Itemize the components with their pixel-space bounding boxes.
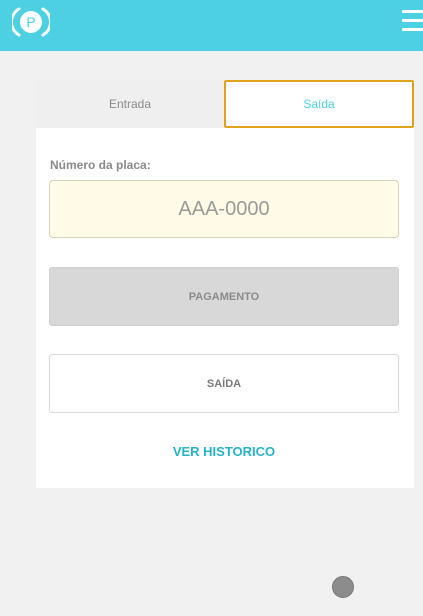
floating-dot[interactable] bbox=[332, 576, 354, 598]
tab-entrada[interactable]: Entrada bbox=[36, 80, 224, 128]
form-card: Entrada Saída Número da placa: PAGAMENTO… bbox=[36, 80, 414, 488]
plate-number-label: Número da placa: bbox=[50, 158, 151, 172]
parking-logo-icon[interactable]: P bbox=[12, 6, 50, 38]
tab-saida[interactable]: Saída bbox=[224, 80, 414, 128]
exit-button-label: SAÍDA bbox=[206, 377, 242, 390]
hamburger-menu-icon[interactable] bbox=[402, 8, 423, 34]
exit-button[interactable]: SAÍDA bbox=[49, 354, 399, 413]
tab-saida-label: Saída bbox=[303, 97, 335, 111]
payment-button[interactable]: PAGAMENTO bbox=[49, 267, 399, 326]
tab-entrada-label: Entrada bbox=[108, 97, 152, 111]
app-header: P bbox=[0, 0, 423, 51]
plate-number-input[interactable] bbox=[49, 180, 399, 238]
logo-letter: P bbox=[26, 14, 35, 30]
payment-button-label: PAGAMENTO bbox=[188, 290, 260, 303]
view-history-link[interactable]: VER HISTORICO bbox=[36, 444, 412, 459]
